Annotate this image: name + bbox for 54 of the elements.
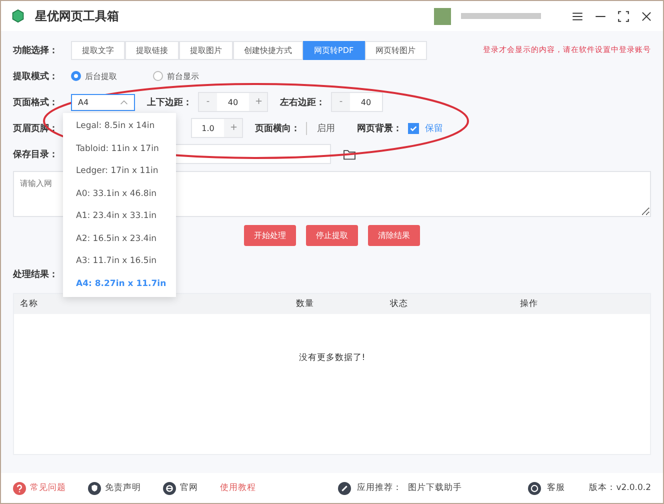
- column-header: 状态: [390, 298, 409, 310]
- browser-icon[interactable]: [163, 482, 176, 494]
- function-tab[interactable]: 网页转图片: [364, 40, 427, 60]
- column-header: 操作: [520, 298, 538, 310]
- footer-link[interactable]: 官网: [180, 482, 198, 494]
- customer-service-link[interactable]: 客服: [547, 482, 566, 494]
- format-option[interactable]: Legal: 8.5in x 14in: [63, 115, 176, 138]
- page-format-select[interactable]: A4: [71, 94, 135, 110]
- format-option[interactable]: A3: 11.7in x 16.5in: [63, 250, 176, 272]
- field-label: 保存目录：: [13, 148, 59, 160]
- recommend-label: 应用推荐：: [357, 482, 402, 494]
- field-label: 网页背景：: [357, 122, 402, 134]
- margin-input[interactable]: 40: [217, 98, 249, 106]
- checkbox[interactable]: [408, 122, 419, 134]
- field-label: 页面格式：: [13, 96, 59, 108]
- help-icon[interactable]: [13, 482, 26, 494]
- column-header: 数量: [296, 298, 315, 310]
- field-label: 功能选择：: [13, 44, 59, 56]
- decrement-button[interactable]: -: [199, 93, 217, 111]
- folder-icon[interactable]: [343, 148, 356, 160]
- footer-link[interactable]: 常见问题: [30, 482, 66, 494]
- mode-radio[interactable]: 后台提取: [71, 70, 117, 82]
- hexagon-logo-icon: [11, 9, 25, 23]
- section-label: 处理结果：: [13, 268, 59, 281]
- avatar-placeholder: [434, 8, 451, 24]
- empty-message: 没有更多数据了!: [298, 352, 366, 364]
- menu-icon[interactable]: [571, 10, 584, 22]
- field-label: 上下边距：: [147, 96, 192, 108]
- version-text: 版本：v2.0.0.2: [589, 482, 651, 494]
- field-label: 提取模式：: [13, 70, 59, 82]
- format-option[interactable]: A0: 33.1in x 46.8in: [63, 182, 176, 205]
- maximize-icon[interactable]: [617, 10, 630, 22]
- recommended-app-link[interactable]: 图片下载助手: [408, 482, 462, 494]
- function-tab[interactable]: 提取图片: [179, 40, 233, 60]
- checkbox-label: 保留: [425, 122, 443, 134]
- footer-link[interactable]: 免责声明: [105, 482, 141, 494]
- margin-input[interactable]: 40: [350, 98, 382, 106]
- column-header: 名称: [20, 298, 39, 310]
- landscape-toggle[interactable]: 启用: [306, 122, 345, 134]
- format-option[interactable]: Tabloid: 11in x 17in: [63, 138, 176, 160]
- function-tab[interactable]: 提取文字: [71, 40, 125, 60]
- format-option[interactable]: A2: 16.5in x 23.4in: [63, 228, 176, 250]
- field-label: 左右边距：: [280, 96, 325, 108]
- field-label: 页面横向：: [255, 122, 300, 134]
- function-tab[interactable]: 创建快捷方式: [233, 40, 303, 60]
- footer-link[interactable]: 使用教程: [220, 482, 256, 494]
- decrement-button[interactable]: -: [332, 93, 350, 111]
- window-title: 星优网页工具箱: [35, 8, 119, 24]
- shield-icon[interactable]: [88, 482, 101, 494]
- close-icon[interactable]: [640, 10, 653, 22]
- header-footer-input[interactable]: 1.0: [192, 124, 224, 132]
- function-tab[interactable]: 提取链接: [125, 40, 179, 60]
- caret-icon: [120, 100, 128, 104]
- mode-radio[interactable]: 前台显示: [153, 70, 199, 82]
